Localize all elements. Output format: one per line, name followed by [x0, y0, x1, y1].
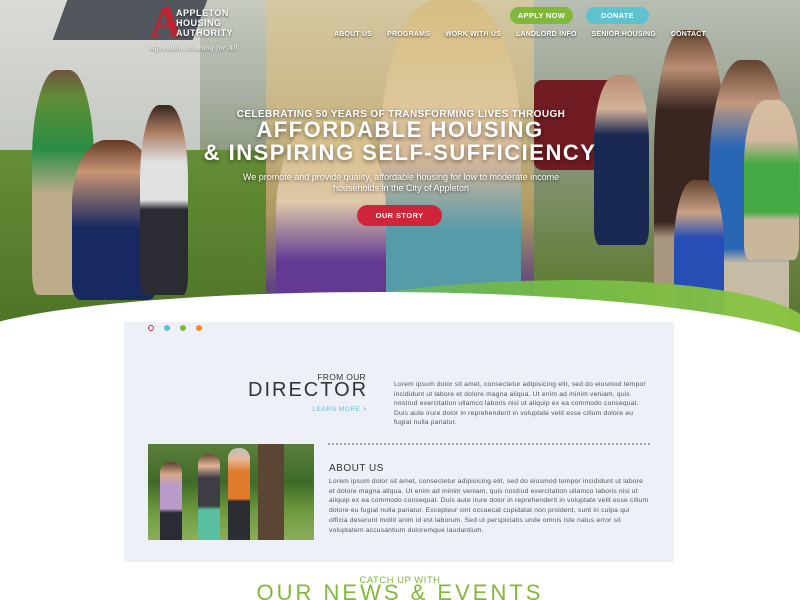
hero-subtitle: We promote and provide quality, affordab… — [242, 172, 560, 193]
about-us-body-text: Lorem ipsum dolor sit amet, consectetur … — [329, 478, 649, 534]
nav-item-programs[interactable]: PROGRAMS — [387, 31, 430, 38]
about-us-heading: ABOUT US — [329, 463, 384, 474]
slider-dot-4[interactable] — [196, 325, 202, 331]
slider-dot-2[interactable] — [164, 325, 170, 331]
main-nav: ABOUT US PROGRAMS WORK WITH US LANDLORD … — [334, 31, 721, 38]
nav-item-about-us[interactable]: ABOUT US — [334, 31, 372, 38]
logo-text-line-2: HOUSING — [176, 18, 222, 28]
director-body-text: Lorem ipsum dolor sit amet, consectetur … — [394, 381, 646, 427]
nav-item-landlord-info[interactable]: LANDLORD INFO — [516, 31, 577, 38]
our-story-button[interactable]: OUR STORY — [357, 205, 442, 226]
section-divider — [328, 443, 650, 445]
hero-title: AFFORDABLE HOUSING & INSPIRING SELF-SUFF… — [200, 118, 600, 164]
slider-dot-1[interactable] — [148, 325, 154, 331]
nav-item-senior-housing[interactable]: SENIOR HOUSING — [592, 31, 656, 38]
logo-tagline: Affordable Housing for All — [150, 44, 238, 52]
slider-dot-3[interactable] — [180, 325, 186, 331]
nav-item-work-with-us[interactable]: WORK WITH US — [445, 31, 501, 38]
nav-item-contact[interactable]: CONTACT — [671, 31, 706, 38]
site-logo[interactable]: A APPLETON HOUSING AUTHORITY Affordable … — [150, 0, 280, 54]
logo-text-line-1: APPLETON — [176, 8, 229, 18]
director-learn-more-link[interactable]: LEARN MORE > — [300, 406, 367, 413]
hero-title-line-2: & INSPIRING SELF-SUFFICIENCY — [203, 140, 597, 165]
slider-dots — [148, 325, 212, 331]
hero-title-line-1: AFFORDABLE HOUSING — [256, 117, 544, 142]
apply-now-button[interactable]: APPLY NOW — [510, 7, 573, 24]
logo-text-line-3: AUTHORITY — [176, 28, 233, 38]
donate-button[interactable]: DONATE — [586, 7, 649, 24]
about-us-photo — [148, 444, 314, 540]
news-heading: OUR NEWS & EVENTS — [256, 580, 544, 600]
director-heading: DIRECTOR — [248, 379, 369, 401]
